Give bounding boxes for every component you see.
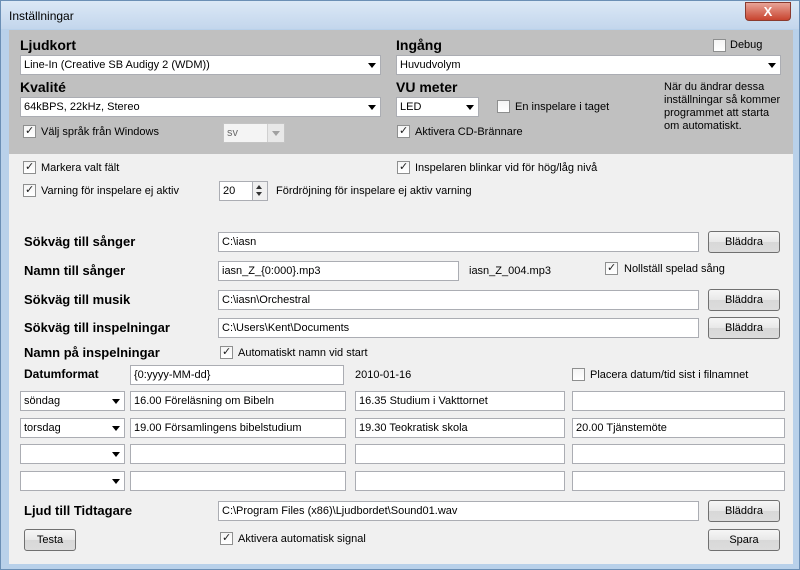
quality-value: 64kBPS, 22kHz, Stereo xyxy=(24,101,140,113)
place-date-last-label: Placera datum/tid sist i filnamnet xyxy=(590,369,749,381)
chevron-down-icon xyxy=(112,452,120,457)
vu-meter-label: VU meter xyxy=(396,79,458,95)
schedule-day-select[interactable] xyxy=(20,471,125,491)
song-name-label: Namn till sånger xyxy=(24,263,126,278)
timer-sound-input[interactable]: C:\Program Files (x86)\Ljudbordet\Sound0… xyxy=(218,501,699,521)
mark-field-checkbox[interactable] xyxy=(23,160,36,174)
settings-window: Inställningar X Ljudkort Line-In (Creati… xyxy=(0,0,800,570)
auto-name-label: Automatiskt namn vid start xyxy=(238,347,368,359)
recording-name-label: Namn på inspelningar xyxy=(24,345,160,360)
timer-sound-label: Ljud till Tidtagare xyxy=(24,503,133,518)
cd-burner-label: Aktivera CD-Brännare xyxy=(415,126,523,138)
music-path-label: Sökväg till musik xyxy=(24,292,131,307)
inactive-warning-checkbox[interactable] xyxy=(23,183,36,197)
close-button[interactable]: X xyxy=(745,2,791,21)
schedule-slot-3[interactable] xyxy=(572,391,785,411)
window-title: Inställningar xyxy=(9,9,74,23)
date-format-input[interactable]: {0:yyyy-MM-dd} xyxy=(130,365,344,385)
chevron-down-icon xyxy=(768,63,776,68)
language-checkbox[interactable] xyxy=(23,124,36,138)
mark-field-label: Markera valt fält xyxy=(41,162,120,174)
schedule-day-value: torsdag xyxy=(24,422,61,434)
chevron-down-icon xyxy=(368,63,376,68)
language-value: sv xyxy=(227,127,238,139)
debug-label: Debug xyxy=(730,39,763,51)
one-recorder-checkbox[interactable] xyxy=(497,100,510,113)
vu-meter-value: LED xyxy=(400,101,422,113)
auto-signal-label: Aktivera automatisk signal xyxy=(238,533,366,545)
chevron-down-icon xyxy=(368,105,376,110)
schedule-slot-3[interactable]: 20.00 Tjänstemöte xyxy=(572,418,785,438)
save-button[interactable]: Spara xyxy=(708,529,780,551)
audio-settings-panel: Ljudkort Line-In (Creative SB Audigy 2 (… xyxy=(9,30,793,154)
language-select[interactable]: sv xyxy=(223,123,285,143)
schedule-day-select[interactable] xyxy=(20,444,125,464)
music-path-input[interactable]: C:\iasn\Orchestral xyxy=(218,290,699,310)
test-button[interactable]: Testa xyxy=(24,529,76,551)
warning-delay-input[interactable]: 20 xyxy=(219,181,268,201)
language-label: Välj språk från Windows xyxy=(41,126,159,138)
warning-delay-label: Fördröjning för inspelare ej aktiv varni… xyxy=(276,185,472,197)
song-path-browse-button[interactable]: Bläddra xyxy=(708,231,780,253)
chevron-down-icon xyxy=(466,105,474,110)
client-area: Ljudkort Line-In (Creative SB Audigy 2 (… xyxy=(9,30,793,564)
recorder-blinks-checkbox[interactable] xyxy=(397,160,410,174)
soundcard-value: Line-In (Creative SB Audigy 2 (WDM)) xyxy=(24,59,210,71)
song-path-label: Sökväg till sånger xyxy=(24,234,136,249)
spin-up-icon xyxy=(256,185,262,189)
warning-delay-value: 20 xyxy=(223,185,236,197)
soundcard-label: Ljudkort xyxy=(20,37,76,53)
song-name-preview: iasn_Z_004.mp3 xyxy=(469,265,551,277)
recorder-blinks-label: Inspelaren blinkar vid för hög/låg nivå xyxy=(415,162,598,174)
schedule-slot-2[interactable] xyxy=(355,444,565,464)
reset-played-song-label: Nollställ spelad sång xyxy=(624,263,725,275)
delay-spinner[interactable] xyxy=(252,182,267,200)
chevron-down-icon xyxy=(272,131,280,136)
song-path-input[interactable]: C:\iasn xyxy=(218,232,699,252)
soundcard-select[interactable]: Line-In (Creative SB Audigy 2 (WDM)) xyxy=(20,55,381,75)
chevron-down-icon xyxy=(112,426,120,431)
recordings-path-browse-button[interactable]: Bläddra xyxy=(708,317,780,339)
schedule-slot-3[interactable] xyxy=(572,471,785,491)
auto-name-checkbox[interactable] xyxy=(220,345,233,359)
schedule-slot-1[interactable] xyxy=(130,471,346,491)
schedule-slot-1[interactable]: 16.00 Föreläsning om Bibeln xyxy=(130,391,346,411)
date-format-preview: 2010-01-16 xyxy=(355,369,412,381)
input-label: Ingång xyxy=(396,37,442,53)
one-recorder-label: En inspelare i taget xyxy=(515,101,610,113)
recordings-path-input[interactable]: C:\Users\Kent\Documents xyxy=(218,318,699,338)
cd-burner-checkbox[interactable] xyxy=(397,124,410,138)
schedule-slot-1[interactable]: 19.00 Församlingens bibelstudium xyxy=(130,418,346,438)
inactive-warning-label: Varning för inspelare ej aktiv xyxy=(41,185,179,197)
debug-checkbox[interactable] xyxy=(713,39,726,52)
schedule-slot-1[interactable] xyxy=(130,444,346,464)
recordings-path-label: Sökväg till inspelningar xyxy=(24,320,170,335)
schedule-slot-3[interactable] xyxy=(572,444,785,464)
quality-select[interactable]: 64kBPS, 22kHz, Stereo xyxy=(20,97,381,117)
place-date-last-checkbox[interactable] xyxy=(572,368,585,381)
chevron-down-icon xyxy=(112,399,120,404)
chevron-down-icon xyxy=(112,479,120,484)
input-select[interactable]: Huvudvolym xyxy=(396,55,781,75)
vu-meter-select[interactable]: LED xyxy=(396,97,479,117)
spin-down-icon xyxy=(256,192,262,196)
quality-label: Kvalité xyxy=(20,79,66,95)
music-path-browse-button[interactable]: Bläddra xyxy=(708,289,780,311)
input-value: Huvudvolym xyxy=(400,59,461,71)
auto-signal-checkbox[interactable] xyxy=(220,531,233,545)
schedule-day-select[interactable]: torsdag xyxy=(20,418,125,438)
schedule-day-select[interactable]: söndag xyxy=(20,391,125,411)
schedule-day-value: söndag xyxy=(24,395,61,407)
title-bar: Inställningar X xyxy=(1,1,799,29)
song-name-input[interactable]: iasn_Z_{0:000}.mp3 xyxy=(218,261,459,281)
reset-played-song-checkbox[interactable] xyxy=(605,261,618,275)
schedule-slot-2[interactable] xyxy=(355,471,565,491)
date-format-label: Datumformat xyxy=(24,367,99,381)
schedule-slot-2[interactable]: 19.30 Teokratisk skola xyxy=(355,418,565,438)
restart-note: När du ändrar dessa inställningar så kom… xyxy=(664,81,781,132)
timer-sound-browse-button[interactable]: Bläddra xyxy=(708,500,780,522)
schedule-slot-2[interactable]: 16.35 Studium i Vakttornet xyxy=(355,391,565,411)
